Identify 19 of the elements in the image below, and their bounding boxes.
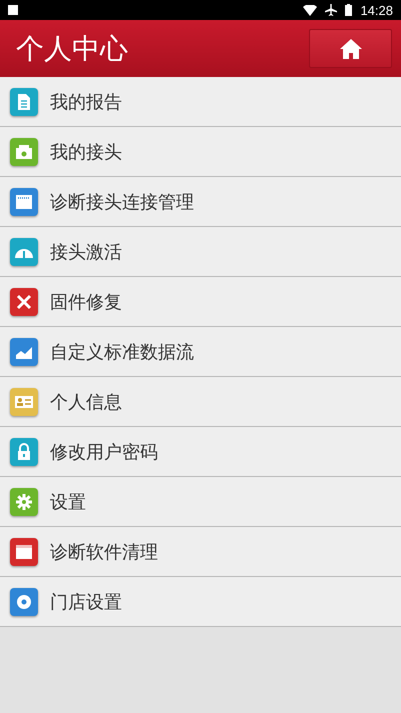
menu-item[interactable]: 接头激活	[0, 227, 401, 277]
home-icon	[338, 38, 362, 60]
menu-item[interactable]: 我的报告	[0, 77, 401, 127]
menu-item[interactable]: 门店设置	[0, 577, 401, 627]
page-title: 个人中心	[16, 30, 128, 66]
menu-item[interactable]: 我的接头	[0, 127, 401, 177]
menu-item[interactable]: 诊断软件清理	[0, 527, 401, 577]
wifi-icon	[303, 4, 318, 16]
notification-icon	[8, 5, 18, 15]
home-button[interactable]	[309, 29, 392, 68]
menu-item[interactable]: 个人信息	[0, 377, 401, 427]
menu-item[interactable]: 固件修复	[0, 277, 401, 327]
menu-item[interactable]: 修改用户密码	[0, 427, 401, 477]
menu-item[interactable]: 设置	[0, 477, 401, 527]
battery-icon	[345, 4, 352, 16]
airplane-icon	[325, 4, 338, 16]
menu-item[interactable]: 诊断接头连接管理	[0, 177, 401, 227]
menu-item[interactable]: 自定义标准数据流	[0, 327, 401, 377]
clock-time: 14:28	[360, 2, 393, 18]
